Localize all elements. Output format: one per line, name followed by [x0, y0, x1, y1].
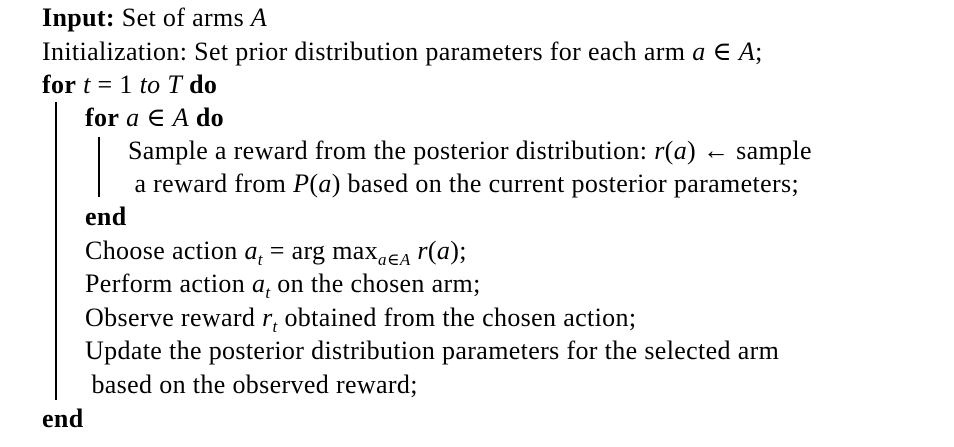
math-symbol: a [251, 269, 266, 298]
text-segment: obtained from the chosen action; [277, 303, 637, 332]
text-segment: ) based on the current posterior paramet… [331, 169, 800, 198]
text-segment: ); [450, 236, 467, 265]
text-segment: ) ← sample [687, 136, 812, 165]
math-symbol: a∈A [378, 250, 411, 269]
math-symbol: a [244, 236, 258, 265]
math-symbol: a [318, 169, 332, 198]
text-segment: Initialization: Set prior distribution p… [42, 37, 693, 66]
text-segment: Sample a reward from the posterior distr… [128, 136, 655, 165]
text-segment: a reward from [134, 169, 294, 198]
keyword: do [195, 103, 225, 132]
math-symbol: r [654, 136, 665, 165]
math-symbol: a [436, 236, 451, 265]
math-symbol: a [673, 136, 688, 165]
inner-loop-bar [98, 137, 100, 197]
text-segment: ∈ [139, 103, 173, 132]
math-symbol: T [167, 70, 183, 99]
keyword: end [42, 404, 84, 433]
text-segment: Choose action [85, 236, 245, 265]
algorithm-line: Choose action at = arg maxa∈A r(a); [85, 235, 467, 269]
algorithm-line: based on the observed reward; [91, 369, 417, 401]
text-segment [189, 103, 196, 132]
algorithm-line: Sample a reward from the posterior distr… [128, 135, 812, 167]
text-segment: on the chosen arm; [270, 269, 481, 298]
outer-loop-bar [55, 102, 57, 400]
text-segment: = arg max [262, 236, 379, 265]
text-segment: Perform action [85, 269, 252, 298]
math-symbol: r [417, 236, 428, 265]
algorithm-line: Initialization: Set prior distribution p… [42, 36, 763, 68]
text-segment: Set of arms [114, 3, 251, 32]
algorithm-line: Perform action at on the chosen arm; [85, 268, 481, 301]
text-segment: Update the posterior distribution parame… [85, 336, 780, 365]
keyword: end [85, 202, 127, 231]
math-symbol: a [126, 103, 140, 132]
text-segment: ( [664, 136, 674, 165]
text-segment: ( [309, 169, 319, 198]
algorithm-line: for t = 1 to T do [42, 69, 217, 101]
math-symbol: A [738, 37, 756, 66]
algorithm-line: Update the posterior distribution parame… [85, 335, 779, 367]
algorithm-line: Input: Set of arms A [42, 2, 267, 34]
text-segment: ∈ [705, 37, 739, 66]
keyword: for [85, 103, 120, 132]
math-symbol: A [250, 3, 268, 32]
math-symbol: P [293, 169, 310, 198]
text-segment: based on the observed reward; [91, 370, 418, 399]
text-segment: ( [427, 236, 437, 265]
keyword: do [189, 70, 218, 99]
math-symbol: a [692, 37, 706, 66]
math-symbol: to [139, 70, 161, 99]
algorithm-line: Observe reward rt obtained from the chos… [85, 302, 637, 335]
math-symbol: t [83, 70, 91, 99]
algorithm-line: a reward from P(a) based on the current … [134, 168, 799, 200]
keyword: Input: [42, 3, 115, 32]
text-segment: Observe reward [85, 303, 263, 332]
keyword: for [42, 70, 77, 99]
algorithm-line: for a ∈ A do [85, 102, 224, 134]
math-symbol: A [172, 103, 189, 132]
text-segment: = 1 [90, 70, 140, 99]
algorithm-line: end [42, 403, 84, 435]
math-symbol: r [262, 303, 273, 332]
algorithm-line: end [85, 201, 127, 233]
text-segment: ; [755, 37, 763, 66]
